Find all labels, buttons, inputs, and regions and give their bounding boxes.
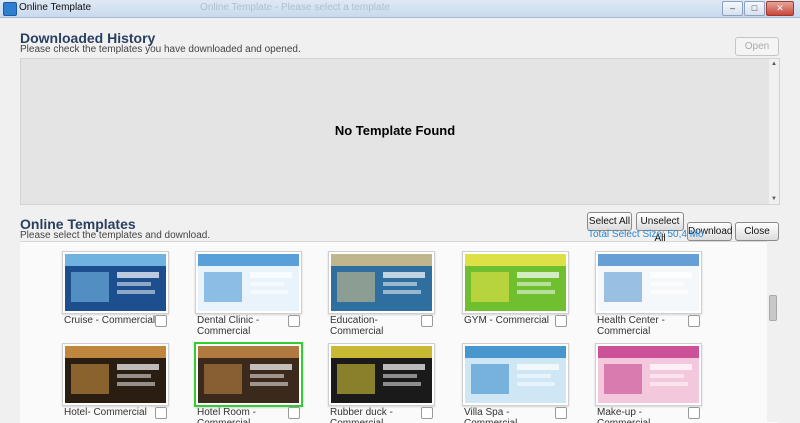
template-card[interactable]: Rubber duck - Commercial bbox=[328, 343, 453, 423]
template-thumbnail[interactable] bbox=[62, 251, 169, 314]
template-thumbnail[interactable] bbox=[462, 343, 569, 406]
template-scrollbar[interactable] bbox=[767, 241, 778, 422]
template-checkbox[interactable] bbox=[688, 315, 700, 327]
window-ghost-title: Online Template - Please select a templa… bbox=[200, 2, 390, 13]
template-thumbnail[interactable] bbox=[462, 251, 569, 314]
template-label: Education- Commercial bbox=[330, 315, 384, 337]
scroll-thumb[interactable] bbox=[769, 295, 777, 321]
template-card[interactable]: Villa Spa - Commercial bbox=[462, 343, 587, 423]
template-thumbnail[interactable] bbox=[595, 251, 702, 314]
template-grid: Cruise - Commercial Dental Clinic - Comme… bbox=[20, 241, 778, 423]
online-subtitle: Please select the templates and download… bbox=[20, 230, 211, 241]
template-label: Hotel- Commercial bbox=[64, 407, 147, 418]
window-titlebar: Online Template Online Template - Please… bbox=[0, 0, 800, 18]
template-checkbox[interactable] bbox=[555, 315, 567, 327]
template-thumbnail[interactable] bbox=[195, 251, 302, 314]
template-label: Health Center - Commercial bbox=[597, 315, 665, 337]
history-scrollbar[interactable]: ▲ ▼ bbox=[769, 59, 779, 204]
history-list: No Template Found ▲ ▼ bbox=[20, 58, 780, 205]
window-title: Online Template bbox=[19, 2, 92, 13]
template-checkbox[interactable] bbox=[155, 315, 167, 327]
template-thumbnail[interactable] bbox=[62, 343, 169, 406]
template-card[interactable]: Hotel- Commercial bbox=[62, 343, 187, 423]
maximize-button[interactable]: □ bbox=[744, 1, 765, 16]
template-checkbox[interactable] bbox=[288, 407, 300, 419]
template-card[interactable]: Education- Commercial bbox=[328, 251, 453, 337]
minimize-button[interactable]: – bbox=[722, 1, 743, 16]
scroll-down-icon[interactable]: ▼ bbox=[770, 196, 778, 202]
template-thumbnail[interactable] bbox=[328, 343, 435, 406]
template-card[interactable]: Health Center - Commercial bbox=[595, 251, 720, 337]
template-thumbnail[interactable] bbox=[328, 251, 435, 314]
template-checkbox[interactable] bbox=[288, 315, 300, 327]
template-card[interactable]: Cruise - Commercial bbox=[62, 251, 187, 333]
template-checkbox[interactable] bbox=[555, 407, 567, 419]
template-checkbox[interactable] bbox=[688, 407, 700, 419]
template-checkbox[interactable] bbox=[421, 407, 433, 419]
total-size-label: Total Select Size: 50,4 Mo bbox=[588, 229, 704, 240]
app-icon bbox=[3, 2, 17, 16]
template-label: Villa Spa - Commercial bbox=[464, 407, 517, 423]
template-label: Rubber duck - Commercial bbox=[330, 407, 393, 423]
template-label: Dental Clinic - Commercial bbox=[197, 315, 260, 337]
scroll-up-icon[interactable]: ▲ bbox=[770, 61, 778, 67]
template-label: Make-up - Commercial bbox=[597, 407, 650, 423]
template-label: Cruise - Commercial bbox=[64, 315, 156, 326]
empty-message: No Template Found bbox=[334, 123, 456, 138]
template-label: GYM - Commercial bbox=[464, 315, 550, 326]
history-subtitle: Please check the templates you have down… bbox=[20, 44, 301, 55]
close-window-button[interactable]: ✕ bbox=[766, 1, 794, 16]
template-card[interactable]: Make-up - Commercial bbox=[595, 343, 720, 423]
template-thumbnail[interactable] bbox=[194, 342, 303, 407]
template-label: Hotel Room - Commercial bbox=[197, 407, 256, 423]
template-thumbnail[interactable] bbox=[595, 343, 702, 406]
close-button[interactable]: Close bbox=[735, 222, 779, 241]
open-button[interactable]: Open bbox=[735, 37, 779, 56]
template-card[interactable]: Hotel Room - Commercial bbox=[194, 342, 320, 423]
template-card[interactable]: Dental Clinic - Commercial bbox=[195, 251, 320, 337]
template-checkbox[interactable] bbox=[155, 407, 167, 419]
template-card[interactable]: GYM - Commercial bbox=[462, 251, 587, 333]
template-checkbox[interactable] bbox=[421, 315, 433, 327]
